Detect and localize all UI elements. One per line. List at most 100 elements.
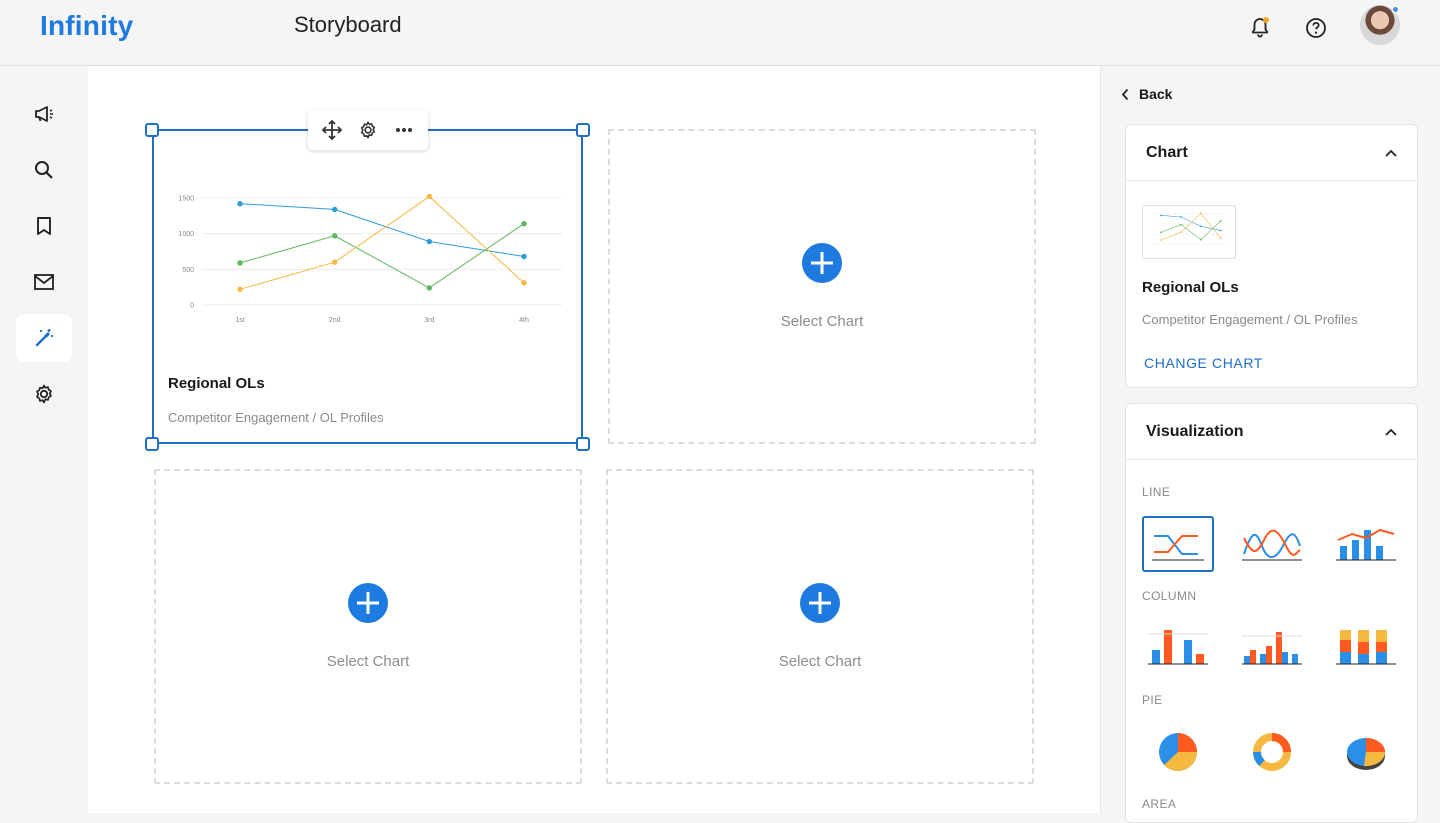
mail-icon[interactable] — [16, 258, 72, 306]
chart-card-selected[interactable]: 0 500 1000 1500 1st 2nd 3rd 4th Regional OLs Co… — [152, 129, 583, 444]
empty-chart-slot[interactable]: Select Chart — [608, 129, 1036, 444]
data-point — [1219, 237, 1222, 240]
column-icon[interactable] — [1142, 620, 1214, 676]
y-tick-label: 500 — [182, 267, 194, 274]
add-chart-icon[interactable] — [802, 243, 842, 283]
empty-chart-slot[interactable]: Select Chart — [606, 469, 1034, 784]
gear-icon[interactable] — [354, 116, 382, 144]
data-point — [426, 285, 433, 291]
data-point — [1219, 220, 1222, 222]
chart-card-title: Regional OLs — [168, 375, 265, 392]
data-point — [331, 206, 338, 213]
resize-handle-bottom-left[interactable] — [145, 437, 159, 451]
data-point — [1200, 212, 1202, 215]
select-chart-label: Select Chart — [778, 653, 862, 670]
line-bar-combo-icon[interactable] — [1330, 516, 1402, 572]
vis-group-label: AREA — [1142, 797, 1177, 811]
app-logo[interactable]: Infinity — [40, 10, 133, 42]
chart-section-header[interactable]: Chart — [1126, 125, 1417, 181]
data-point — [1160, 214, 1162, 217]
page-title: Storyboard — [294, 12, 402, 37]
properties-panel: Back Chart Regional OLs Competitor Engag… — [1100, 66, 1440, 823]
x-tick-label: 1st — [235, 317, 244, 324]
move-icon[interactable] — [318, 116, 346, 144]
grouped-column-icon[interactable] — [1236, 620, 1308, 676]
storyboard-canvas: 0 500 1000 1500 1st 2nd 3rd 4th Regional OLs Co… — [88, 66, 1100, 813]
resize-handle-top-left[interactable] — [145, 123, 159, 137]
pie-3d-icon[interactable] — [1330, 724, 1402, 780]
chevron-up-icon[interactable] — [1385, 149, 1397, 157]
selected-chart-title: Regional OLs — [1142, 279, 1239, 296]
data-point — [237, 286, 243, 293]
series-line — [239, 203, 525, 257]
stacked-column-icon[interactable] — [1330, 620, 1402, 676]
select-chart-label: Select Chart — [780, 313, 864, 330]
line-icon[interactable] — [1142, 516, 1214, 572]
data-point — [521, 280, 527, 286]
data-point — [1160, 239, 1162, 241]
data-point — [1160, 231, 1162, 234]
x-tick-label: 3rd — [424, 317, 434, 324]
add-chart-icon[interactable] — [800, 583, 840, 623]
data-point — [1200, 225, 1202, 228]
chart-thumbnail[interactable] — [1142, 205, 1236, 259]
visualization-section-title: Visualization — [1146, 422, 1244, 440]
line-chart: 0 500 1000 1500 1st 2nd 3rd 4th — [178, 193, 562, 324]
x-tick-label: 4th — [519, 317, 529, 324]
empty-chart-slot[interactable]: Select Chart — [154, 469, 582, 784]
data-point — [521, 220, 527, 227]
chart-section: Chart Regional OLs Competitor Engagement… — [1125, 124, 1418, 388]
y-tick-label: 0 — [190, 303, 194, 310]
change-chart-button[interactable]: CHANGE CHART — [1144, 355, 1263, 371]
notification-dot — [1263, 17, 1269, 23]
search-icon[interactable] — [16, 146, 72, 194]
settings-icon[interactable] — [16, 370, 72, 418]
data-point — [1180, 223, 1182, 226]
pie-icon[interactable] — [1142, 724, 1214, 780]
chevron-left-icon — [1121, 88, 1129, 100]
left-rail — [0, 66, 88, 813]
chart-card-subtitle: Competitor Engagement / OL Profiles — [168, 410, 384, 425]
y-tick-label: 1500 — [178, 196, 194, 203]
data-point — [1180, 231, 1182, 234]
resize-handle-bottom-right[interactable] — [576, 437, 590, 451]
series-line — [1160, 212, 1222, 241]
data-point — [237, 260, 243, 266]
smooth-line-icon[interactable] — [1236, 516, 1308, 572]
vis-group-label: COLUMN — [1142, 589, 1197, 603]
status-dot — [1392, 6, 1399, 13]
data-point — [1219, 229, 1222, 232]
data-point — [1200, 238, 1202, 241]
series-line — [239, 195, 525, 290]
bell-icon[interactable] — [1244, 12, 1276, 44]
data-point — [521, 253, 527, 260]
card-toolbar — [308, 110, 428, 150]
help-icon[interactable] — [1300, 12, 1332, 44]
data-point — [331, 259, 338, 265]
visualization-section-header[interactable]: Visualization — [1126, 404, 1417, 460]
data-point — [426, 238, 433, 245]
chevron-up-icon[interactable] — [1385, 428, 1397, 436]
vis-group-label: LINE — [1142, 485, 1171, 499]
x-tick-label: 2nd — [329, 317, 341, 324]
top-bar: Infinity Storyboard — [0, 0, 1440, 66]
more-icon[interactable] — [390, 116, 418, 144]
magic-wand-icon[interactable] — [16, 314, 72, 362]
y-tick-label: 1000 — [178, 231, 194, 238]
add-chart-icon[interactable] — [348, 583, 388, 623]
visualization-section: Visualization LINE COLUMN PIE AREA — [1125, 403, 1418, 823]
chart-section-title: Chart — [1146, 143, 1188, 161]
back-button[interactable]: Back — [1121, 86, 1172, 102]
megaphone-icon[interactable] — [16, 90, 72, 138]
donut-icon[interactable] — [1236, 724, 1308, 780]
vis-group-label: PIE — [1142, 693, 1163, 707]
data-point — [331, 233, 338, 239]
resize-handle-top-right[interactable] — [576, 123, 590, 137]
data-point — [1180, 216, 1182, 218]
data-point — [426, 193, 433, 200]
selected-chart-subtitle: Competitor Engagement / OL Profiles — [1142, 312, 1358, 327]
data-point — [237, 201, 243, 207]
back-label: Back — [1139, 86, 1173, 102]
bookmark-icon[interactable] — [16, 202, 72, 250]
select-chart-label: Select Chart — [326, 653, 410, 670]
